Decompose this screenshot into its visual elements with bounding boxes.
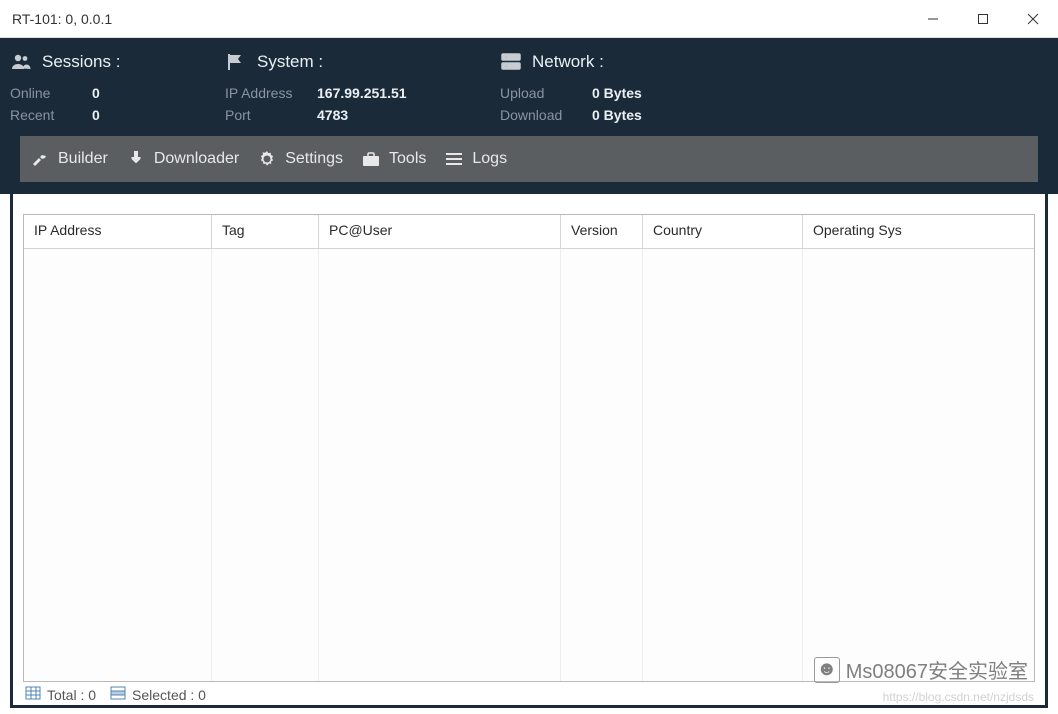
logs-label: Logs [472,150,507,168]
download-label: Download [500,104,580,126]
maximize-button[interactable] [958,0,1008,37]
network-block: Network : Upload 0 Bytes Download 0 Bytes [500,52,1048,126]
gear-icon [257,150,277,168]
flag-icon [225,53,247,71]
list-icon [444,152,464,166]
builder-label: Builder [58,150,108,168]
minimize-button[interactable] [908,0,958,37]
col-country[interactable]: Country [643,215,803,249]
tools-label: Tools [389,150,426,168]
download-icon [126,150,146,168]
recent-label: Recent [10,104,80,126]
selected-text: Selected : 0 [132,687,206,703]
system-block: System : IP Address 167.99.251.51 Port 478… [225,52,500,126]
close-icon [1026,12,1040,26]
status-total: Total : 0 [25,686,96,703]
content-area: IP Address Tag PC@User Version Country O… [10,194,1048,708]
toolbox-icon [361,151,381,167]
system-heading: System : [257,52,323,72]
col-version[interactable]: Version [561,215,643,249]
close-button[interactable] [1008,0,1058,37]
table-body [24,249,1034,681]
online-label: Online [10,82,80,104]
window-title: RT-101: 0, 0.0.1 [12,11,112,27]
settings-button[interactable]: Settings [257,150,343,168]
info-panel: Sessions : Online 0 Recent 0 System : IP A… [0,38,1058,194]
upload-value: 0 Bytes [592,82,642,104]
downloader-button[interactable]: Downloader [126,150,239,168]
grid-icon [25,686,41,703]
network-heading: Network : [532,52,604,72]
users-icon [10,53,32,71]
toolbar: Builder Downloader Settings Tools Logs [20,136,1038,182]
port-value: 4783 [317,104,348,126]
hammer-icon [30,150,50,168]
titlebar: RT-101: 0, 0.0.1 [0,0,1058,38]
settings-label: Settings [285,150,343,168]
sessions-block: Sessions : Online 0 Recent 0 [10,52,225,126]
port-label: Port [225,104,305,126]
total-text: Total : 0 [47,687,96,703]
col-os[interactable]: Operating Sys [803,215,1034,249]
tools-button[interactable]: Tools [361,150,426,168]
recent-value: 0 [92,104,100,126]
table-header: IP Address Tag PC@User Version Country O… [24,215,1034,249]
ip-value: 167.99.251.51 [317,82,407,104]
download-value: 0 Bytes [592,104,642,126]
maximize-icon [976,12,990,26]
status-selected: Selected : 0 [110,686,206,703]
upload-label: Upload [500,82,580,104]
sessions-table[interactable]: IP Address Tag PC@User Version Country O… [23,214,1035,682]
server-icon [500,53,522,71]
sessions-heading: Sessions : [42,52,120,72]
ip-label: IP Address [225,82,305,104]
col-tag[interactable]: Tag [212,215,319,249]
online-value: 0 [92,82,100,104]
statusbar: Total : 0 Selected : 0 [23,682,1035,703]
window-controls [908,0,1058,37]
col-pcuser[interactable]: PC@User [319,215,561,249]
downloader-label: Downloader [154,150,239,168]
logs-button[interactable]: Logs [444,150,507,168]
grid-selected-icon [110,686,126,703]
builder-button[interactable]: Builder [30,150,108,168]
col-ip[interactable]: IP Address [24,215,212,249]
minimize-icon [926,12,940,26]
